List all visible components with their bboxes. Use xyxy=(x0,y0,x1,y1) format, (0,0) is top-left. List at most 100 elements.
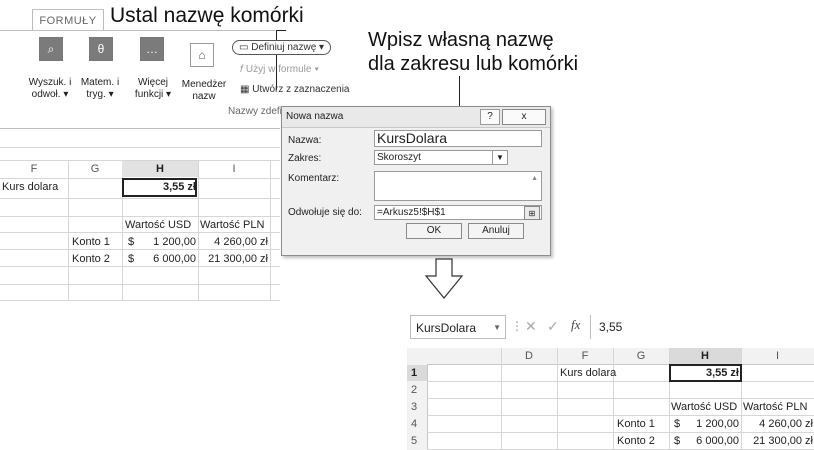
more-label-1: Więcej xyxy=(137,77,168,88)
cell-rate-value[interactable]: 3,55 zł xyxy=(671,367,739,379)
result-sheet: KursDolara ▼ ⋮ ✕ ✓ fx 3,55 D F G H I 1 2… xyxy=(407,310,814,450)
scope-value: Skoroszyt xyxy=(377,152,421,163)
define-name-button[interactable]: ▭ Definiuj nazwę ▾ xyxy=(232,40,332,55)
col-header-g[interactable]: G xyxy=(68,163,122,175)
cell-pln-header[interactable]: Wartość PLN xyxy=(743,401,807,413)
name-label: Nazwa: xyxy=(288,135,322,146)
dialog-titlebar[interactable]: Nowa nazwa ? x xyxy=(282,107,550,128)
row-header-2[interactable]: 2 xyxy=(411,384,417,396)
cell-pln-1[interactable]: 4 260,00 zł xyxy=(743,418,813,430)
gridline xyxy=(557,348,558,450)
cell-pln-1[interactable]: 4 260,00 zł xyxy=(200,236,268,248)
close-button[interactable]: x xyxy=(502,109,546,125)
comment-textarea[interactable]: ▲ xyxy=(374,171,542,201)
col-header-f[interactable]: F xyxy=(557,350,613,362)
row-header-3[interactable]: 3 xyxy=(411,401,417,413)
help-button[interactable]: ? xyxy=(480,109,500,125)
gridline xyxy=(0,232,280,233)
row-header-1[interactable]: 1 xyxy=(411,367,417,379)
scope-select[interactable]: Skoroszyt ▼ xyxy=(374,150,508,165)
cancel-button[interactable]: Anuluj xyxy=(468,223,524,239)
define-name-icon: ▭ xyxy=(239,42,252,53)
define-name-label: Definiuj nazwę ▾ xyxy=(251,42,325,53)
name-box[interactable]: KursDolara ▼ xyxy=(410,315,506,339)
name-manager-label-1: Menedżer xyxy=(181,79,227,90)
gridline xyxy=(613,348,614,450)
formula-bar: KursDolara ▼ ⋮ ✕ ✓ fx 3,55 xyxy=(407,312,814,346)
refers-to-input[interactable]: =Arkusz5!$H$1 ⊞ xyxy=(374,205,542,220)
refers-to-label: Odwołuje się do: xyxy=(288,207,362,218)
cell-pln-2[interactable]: 21 300,00 zł xyxy=(200,253,268,265)
check-icon[interactable]: ✓ xyxy=(547,318,559,335)
gridline xyxy=(198,160,199,300)
scroll-up-icon[interactable]: ▲ xyxy=(531,175,538,182)
cell-konto-2[interactable]: Konto 2 xyxy=(72,253,110,265)
cell-kurs-dolara[interactable]: Kurs dolara xyxy=(2,181,58,193)
ribbon-bottom-line xyxy=(0,128,280,129)
cell-pln-2[interactable]: 21 300,00 zł xyxy=(743,435,813,447)
create-from-selection-label: Utwórz z zaznaczenia xyxy=(252,84,350,95)
fx-icon[interactable]: fx xyxy=(571,317,580,333)
col-header-g[interactable]: G xyxy=(613,350,669,362)
chevron-down-icon[interactable]: ▼ xyxy=(492,151,507,164)
cell-usd-header[interactable]: Wartość USD xyxy=(125,219,191,231)
comment-label: Komentarz: xyxy=(288,173,340,184)
name-manager-label-2: nazw xyxy=(192,91,216,102)
use-in-formula-button[interactable]: 𝑓 Użyj w formule ▾ xyxy=(240,64,319,75)
tab-formulas[interactable]: FORMUŁY xyxy=(32,9,104,32)
cell-rate-value[interactable]: 3,55 zł xyxy=(124,181,196,193)
col-header-f[interactable]: F xyxy=(0,163,68,175)
math-label: Matem. i tryg. ▾ xyxy=(70,77,130,101)
ok-button[interactable]: OK xyxy=(406,223,462,239)
col-header-i[interactable]: I xyxy=(198,163,270,175)
row-header-5[interactable]: 5 xyxy=(411,435,417,447)
more-functions-icon: … xyxy=(140,37,164,61)
chevron-down-icon[interactable]: ▼ xyxy=(493,316,501,340)
gridline xyxy=(0,284,280,285)
math-trig-button[interactable]: θ xyxy=(76,37,126,64)
col-header-h[interactable]: H xyxy=(122,163,198,175)
cell-usd-1[interactable]: 1 200,00 xyxy=(685,418,739,430)
more-icon: ⋮ xyxy=(511,319,523,333)
formula-value: 3,55 xyxy=(599,320,623,334)
cell-konto-2[interactable]: Konto 2 xyxy=(617,435,655,447)
gridline xyxy=(0,147,280,148)
create-from-selection-button[interactable]: ▦ Utwórz z zaznaczenia xyxy=(240,84,350,95)
search-reference-icon: ⌕ xyxy=(39,37,63,61)
cancel-x-icon[interactable]: ✕ xyxy=(525,318,537,335)
col-header-i[interactable]: I xyxy=(741,350,814,362)
callout-line-1: Wpisz własną nazwę xyxy=(368,29,554,51)
new-name-dialog: Nowa nazwa ? x Nazwa: KursDolara Zakres:… xyxy=(281,106,551,256)
ribbon-group-label: Nazwy zdefi xyxy=(228,106,282,117)
cell-kurs-dolara[interactable]: Kurs dolara xyxy=(560,367,616,379)
name-input[interactable]: KursDolara xyxy=(374,130,542,147)
formula-input[interactable]: 3,55 xyxy=(590,315,814,339)
grid-small-icon: ▦ xyxy=(240,84,253,95)
name-box-value: KursDolara xyxy=(416,321,477,335)
cell-usd-sign-1: $ xyxy=(674,418,681,430)
cell-usd-1[interactable]: 1 200,00 xyxy=(140,236,196,248)
gridline xyxy=(0,249,280,250)
callout-enter-name: Wpisz własną nazwę dla zakresu lub komór… xyxy=(368,28,578,76)
row-header-4[interactable]: 4 xyxy=(411,418,417,430)
name-manager-button[interactable]: ⌂ xyxy=(176,43,228,70)
dialog-title: Nowa nazwa xyxy=(286,111,344,122)
col-header-h[interactable]: H xyxy=(669,350,741,362)
cell-konto-1[interactable]: Konto 1 xyxy=(72,236,110,248)
more-label-2: funkcji ▾ xyxy=(134,89,172,100)
cell-usd-sign-1: $ xyxy=(128,236,135,248)
cell-usd-header[interactable]: Wartość USD xyxy=(671,401,737,413)
gridline xyxy=(427,415,814,416)
lookup-reference-button[interactable]: ⌕ xyxy=(28,37,74,64)
scope-label: Zakres: xyxy=(288,153,322,164)
more-label: Więcej funkcji ▾ xyxy=(128,77,178,101)
cell-konto-1[interactable]: Konto 1 xyxy=(617,418,655,430)
name-manager-icon: ⌂ xyxy=(190,43,214,67)
range-picker-icon[interactable]: ⊞ xyxy=(524,206,540,220)
more-functions-button[interactable]: … xyxy=(128,37,176,64)
col-header-d[interactable]: D xyxy=(501,350,557,362)
gridline xyxy=(0,300,280,301)
cell-pln-header[interactable]: Wartość PLN xyxy=(200,219,264,231)
cell-usd-2[interactable]: 6 000,00 xyxy=(685,435,739,447)
cell-usd-2[interactable]: 6 000,00 xyxy=(140,253,196,265)
